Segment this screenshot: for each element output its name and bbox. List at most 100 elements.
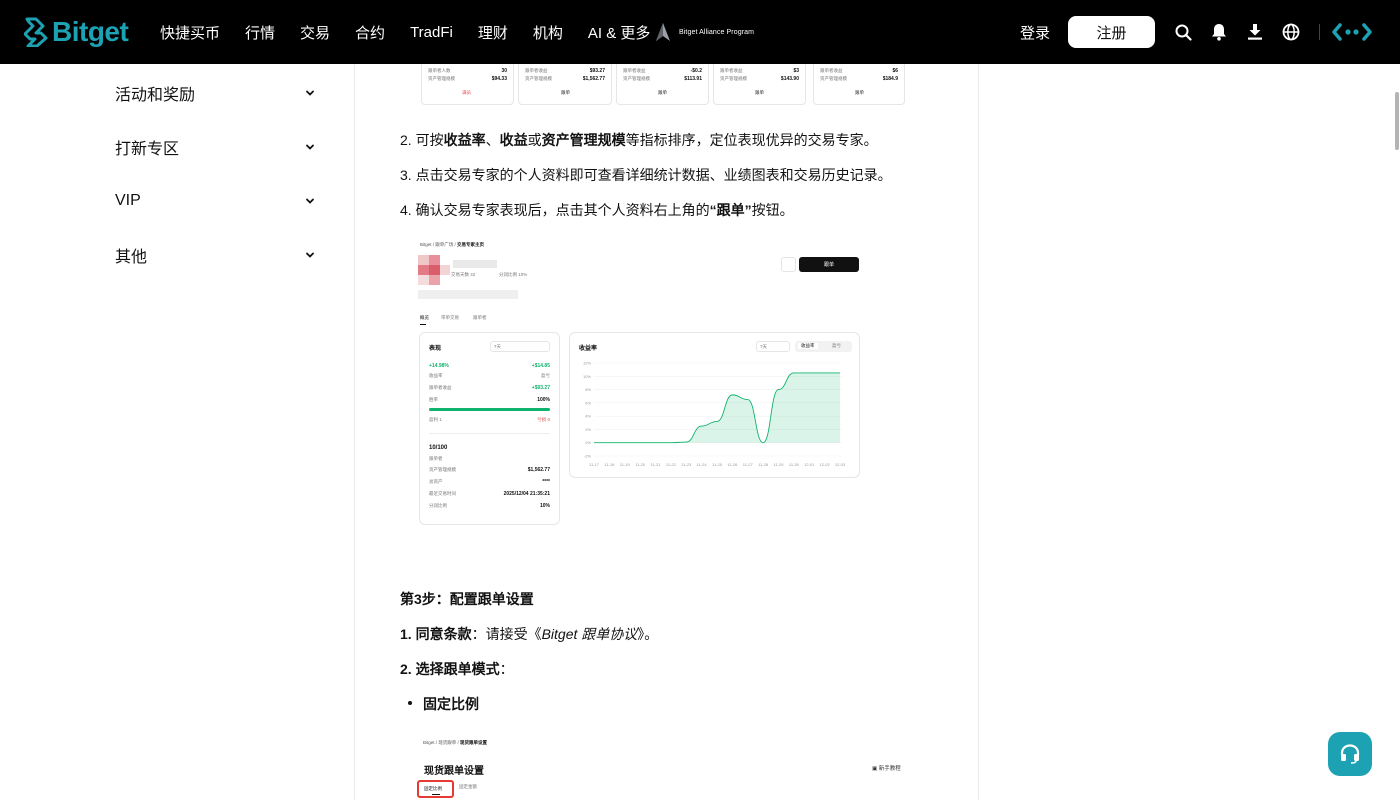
step2-item-4: 4. 确认交易专家表现后，点击其个人资料右上角的“跟单”按钮。 — [400, 202, 794, 218]
profile-breadcrumb: Bitget / 跟单广场 / 交易专家主页 — [420, 242, 485, 247]
sidebar-item-events-rewards[interactable]: 活动和奖励 — [115, 78, 315, 108]
article-content: 跟单者人数 30 资产管理规模 $94.33 满员 跟单者收益 $93.27 资产管理… — [354, 64, 979, 800]
page-scrollbar[interactable] — [1395, 92, 1399, 150]
nav-markets[interactable]: 行情 — [245, 22, 275, 43]
roi-chart-title: 收益率 — [579, 346, 598, 352]
trader-card: 跟单者收益 $6 资产管理规模 $184.9 跟单 — [813, 64, 905, 105]
x-tick-label: 11-21 — [651, 462, 662, 467]
chart-period-select[interactable]: 7天 — [756, 341, 790, 352]
trader-card: 跟单者收益 $3 资产管理规模 $143.90 跟单 — [713, 64, 806, 105]
chevron-down-icon — [306, 144, 314, 150]
blurred-bio — [418, 290, 518, 299]
y-tick-label: 8% — [585, 387, 591, 392]
roi-chart-card: 收益率 7天 收益率 盈亏 12% 10% 8% 6% 4% 2% 0% -2% 11-17 11… — [569, 332, 860, 478]
sidebar-item-label: VIP — [115, 192, 141, 209]
trader-card: 跟单者收益 $93.27 资产管理规模 $1,562.77 跟单 — [518, 64, 612, 105]
y-tick-label: 12% — [583, 361, 591, 366]
tab-overview[interactable]: 概览 — [420, 315, 429, 321]
nav-institutional[interactable]: 机构 — [533, 22, 563, 43]
guide-link[interactable]: ▣ 新手教程 — [872, 764, 901, 772]
y-tick-label: 2% — [585, 427, 591, 432]
chevron-down-icon — [306, 252, 314, 258]
x-tick-label: 11-19 — [620, 462, 631, 467]
y-tick-label: 6% — [585, 400, 591, 405]
copy-settings-screenshot: Bitget / 现货跟单 / 现货跟单设置 现货跟单设置 ▣ 新手教程 固定比… — [417, 732, 907, 800]
settings-breadcrumb: Bitget / 现货跟单 / 现货跟单设置 — [423, 740, 488, 745]
step3-item-1: 1. 同意条款：请接受《Bitget 跟单协议》。 — [400, 626, 659, 642]
fixed-ratio-tab[interactable]: 固定比例 — [417, 780, 454, 798]
sidebar-item-vip[interactable]: VIP — [115, 186, 315, 216]
customer-support-button[interactable] — [1328, 732, 1372, 776]
brand-name: Bitget — [52, 16, 129, 47]
x-tick-label: 11-22 — [666, 462, 677, 467]
alliance-program-label: Bitget Alliance Program — [679, 28, 755, 36]
trader-cards-screenshot: 跟单者人数 30 资产管理规模 $94.33 满员 跟单者收益 $93.27 资产管理… — [397, 64, 907, 106]
step3-item-2: 2. 选择跟单模式： — [400, 661, 514, 677]
sidebar-item-launchpad[interactable]: 打新专区 — [115, 132, 315, 162]
headset-icon — [1340, 744, 1360, 764]
tab-lead-trades[interactable]: 带单交易 — [441, 315, 459, 321]
register-button[interactable]: 注册 — [1068, 16, 1155, 48]
sidebar-item-label: 打新专区 — [115, 141, 180, 158]
x-tick-label: 12-02 — [820, 462, 831, 467]
download-icon[interactable] — [1246, 22, 1264, 42]
nav-futures[interactable]: 合约 — [355, 22, 385, 43]
step3-heading: 第3步：配置跟单设置 — [400, 591, 534, 607]
win-rate-bar — [429, 408, 550, 411]
trader-card: 跟单者人数 30 资产管理规模 $94.33 满员 — [421, 64, 514, 105]
alliance-triangle-icon — [656, 23, 670, 41]
x-tick-label: 11-30 — [789, 462, 800, 467]
topbar-divider — [1319, 24, 1320, 40]
period-select[interactable]: 7天 — [490, 341, 550, 352]
chevron-down-icon — [306, 198, 314, 204]
roi-chart: 12% 10% 8% 6% 4% 2% 0% -2% 11-17 11-18 11-19 11-20 1… — [583, 361, 846, 468]
fixed-ratio-bullet: 固定比例 — [423, 696, 479, 712]
profit-share-stat: 分润比例 10% — [499, 272, 528, 277]
sidebar-item-label: 其他 — [115, 249, 148, 266]
follow-button[interactable]: 跟单 — [799, 257, 859, 272]
avatar — [418, 255, 450, 285]
y-tick-label: 0% — [585, 440, 591, 445]
x-tick-label: 11-29 — [774, 462, 785, 467]
y-tick-label: -2% — [584, 454, 592, 459]
x-tick-label: 11-23 — [681, 462, 692, 467]
bell-icon[interactable] — [1210, 22, 1228, 42]
step2-item-3: 3. 点击交易专家的个人资料即可查看详细统计数据、业绩图表和交易历史记录。 — [400, 167, 892, 183]
blurred-username — [453, 260, 497, 268]
globe-icon[interactable] — [1282, 22, 1300, 42]
nav-ai-more[interactable]: AI & 更多 — [588, 22, 651, 43]
main-nav: 快捷买币 行情 交易 合约 TradFi 理财 机构 AI & 更多 — [160, 0, 675, 64]
more-icon[interactable] — [1332, 23, 1372, 41]
x-tick-label: 11-18 — [604, 462, 615, 467]
trader-card: 跟单者收益 -$0.2 资产管理规模 $113.91 跟单 — [616, 64, 709, 105]
tab-followers[interactable]: 跟单者 — [473, 315, 487, 321]
bullet-dot — [408, 701, 412, 705]
y-tick-label: 10% — [583, 374, 591, 379]
sidebar-item-label: 活动和奖励 — [115, 87, 196, 104]
nav-trade[interactable]: 交易 — [300, 22, 330, 43]
bitget-logo[interactable]: Bitget — [24, 16, 129, 48]
x-tick-label: 11-28 — [758, 462, 769, 467]
x-tick-label: 11-26 — [727, 462, 738, 467]
search-icon[interactable] — [1174, 22, 1192, 42]
alliance-program-link[interactable]: Bitget Alliance Program — [655, 22, 754, 42]
roi-area-fill — [594, 372, 840, 443]
chevron-down-icon — [306, 90, 314, 96]
share-button[interactable] — [781, 257, 796, 272]
x-tick-label: 11-17 — [589, 462, 600, 467]
nav-quick-buy[interactable]: 快捷买币 — [160, 22, 220, 43]
nav-earn[interactable]: 理财 — [478, 22, 508, 43]
nav-tradfi[interactable]: TradFi — [410, 24, 453, 41]
sidebar-item-other[interactable]: 其他 — [115, 240, 315, 270]
x-tick-label: 11-20 — [635, 462, 646, 467]
fixed-amount-tab[interactable]: 固定金额 — [459, 784, 477, 790]
x-tick-label: 12-01 — [804, 462, 815, 467]
step2-item-2: 2. 可按收益率、收益或资产管理规模等指标排序，定位表现优异的交易专家。 — [400, 132, 878, 148]
x-tick-label: 11-25 — [712, 462, 723, 467]
x-tick-label: 12-03 — [835, 462, 846, 467]
x-tick-label: 11-27 — [743, 462, 754, 467]
trader-profile-screenshot: Bitget / 跟单广场 / 交易专家主页 交易天数 42 分润比例 10% … — [415, 236, 867, 528]
login-link[interactable]: 登录 — [1020, 22, 1050, 43]
trading-days-stat: 交易天数 42 — [451, 272, 476, 277]
metric-toggle[interactable]: 收益率 盈亏 — [795, 341, 852, 352]
